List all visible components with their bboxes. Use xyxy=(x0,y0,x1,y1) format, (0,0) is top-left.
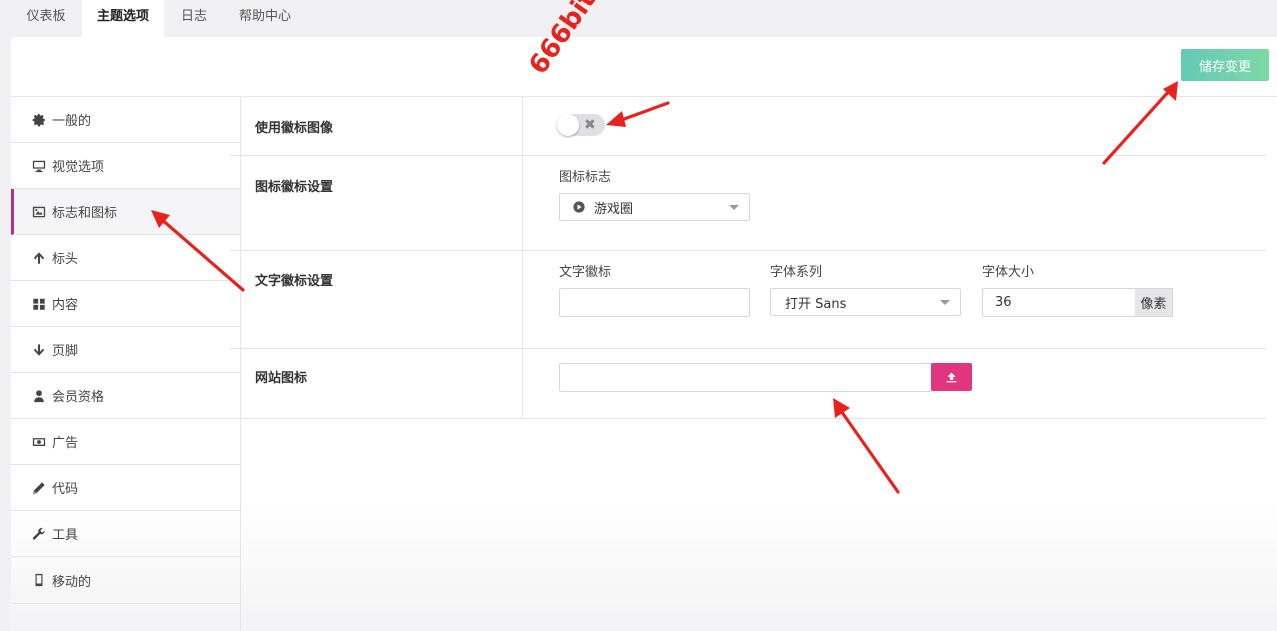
sidebar-item-visual[interactable]: 视觉选项 xyxy=(11,143,240,189)
font-family-label: 字体系列 xyxy=(770,265,823,280)
panel-header: 储存变更 xyxy=(11,37,1277,97)
sidebar-item-label: 内容 xyxy=(52,298,79,313)
font-size-label: 字体大小 xyxy=(982,265,1035,280)
image-icon xyxy=(32,205,46,219)
sidebar-item-label: 标头 xyxy=(52,252,79,267)
sidebar-item-label: 页脚 xyxy=(52,344,79,359)
arrow-down-icon xyxy=(32,343,46,357)
sidebar-item-logos-icons[interactable]: 标志和图标 xyxy=(11,189,240,235)
chevron-down-icon xyxy=(940,300,950,305)
favicon-upload-button[interactable] xyxy=(931,363,972,391)
row-icon-logo: 图标徽标设置 图标标志 游戏圈 xyxy=(230,156,1266,251)
sidebar-item-label: 广告 xyxy=(52,436,79,451)
pencil-icon xyxy=(32,481,46,495)
user-icon xyxy=(32,389,46,403)
arrow-up-icon xyxy=(32,251,46,265)
row-label: 图标徽标设置 xyxy=(255,180,334,195)
money-icon xyxy=(32,435,46,449)
sidebar-item-label: 移动的 xyxy=(52,574,92,590)
gear-icon xyxy=(32,113,46,127)
tab-help-center[interactable]: 帮助中心 xyxy=(226,0,304,37)
row-label: 使用徽标图像 xyxy=(255,121,334,136)
options-sidebar: 一般的 视觉选项 标志和图标 标头 内容 页脚 会员资格 广告 代码 工具 移动… xyxy=(11,97,241,631)
sidebar-item-tools[interactable]: 工具 xyxy=(11,511,240,557)
font-size-unit: 像素 xyxy=(1135,288,1173,317)
divider xyxy=(522,349,523,418)
font-family-select[interactable]: 打开 Sans xyxy=(770,288,961,316)
sidebar-item-label: 代码 xyxy=(52,482,79,497)
sidebar-item-content[interactable]: 内容 xyxy=(11,281,240,327)
row-text-logo: 文字徽标设置 文字徽标 字体系列 打开 Sans 字体大小 36 像素 xyxy=(230,251,1266,349)
tab-theme-options[interactable]: 主题选项 xyxy=(82,0,164,37)
use-logo-image-toggle[interactable]: ✖ xyxy=(557,114,605,136)
tab-log[interactable]: 日志 xyxy=(168,0,220,37)
sidebar-item-label: 工具 xyxy=(52,528,79,543)
tab-dashboard[interactable]: 仪表板 xyxy=(14,0,78,37)
favicon-url-input[interactable] xyxy=(559,363,933,392)
row-use-logo-image: 使用徽标图像 ✖ xyxy=(230,97,1266,156)
sidebar-item-ads[interactable]: 广告 xyxy=(11,419,240,465)
sidebar-item-membership[interactable]: 会员资格 xyxy=(11,373,240,419)
icon-logo-field-label: 图标标志 xyxy=(559,170,612,185)
close-icon: ✖ xyxy=(584,117,596,133)
sidebar-item-general[interactable]: 一般的 xyxy=(11,97,240,143)
grid-icon xyxy=(32,297,46,311)
sidebar-item-code[interactable]: 代码 xyxy=(11,465,240,511)
sidebar-item-header[interactable]: 标头 xyxy=(11,235,240,281)
row-label: 网站图标 xyxy=(255,371,308,386)
text-logo-field-label: 文字徽标 xyxy=(559,265,612,280)
wrench-icon xyxy=(32,527,46,541)
select-value: 打开 Sans xyxy=(785,296,847,312)
divider xyxy=(522,251,523,348)
row-favicon: 网站图标 xyxy=(230,349,1266,419)
top-tab-bar: 仪表板 主题选项 日志 帮助中心 xyxy=(0,0,1277,37)
row-label: 文字徽标设置 xyxy=(255,274,334,289)
divider xyxy=(522,97,523,155)
sidebar-item-label: 视觉选项 xyxy=(52,160,105,175)
sidebar-item-mobile[interactable]: 移动的 xyxy=(11,557,240,604)
sidebar-item-label: 一般的 xyxy=(52,114,92,129)
mobile-icon xyxy=(32,573,46,587)
toggle-knob xyxy=(557,114,579,136)
sidebar-item-footer[interactable]: 页脚 xyxy=(11,327,240,373)
select-value: 游戏圈 xyxy=(594,201,634,217)
play-circle-icon xyxy=(573,201,585,213)
text-logo-input[interactable] xyxy=(559,288,750,317)
sidebar-item-label: 会员资格 xyxy=(52,390,105,405)
sidebar-item-label: 标志和图标 xyxy=(52,206,118,221)
font-size-input[interactable]: 36 xyxy=(982,288,1136,317)
chevron-down-icon xyxy=(729,205,739,210)
icon-logo-select[interactable]: 游戏圈 xyxy=(559,193,750,221)
save-changes-button[interactable]: 储存变更 xyxy=(1181,49,1269,81)
upload-icon xyxy=(945,371,958,384)
monitor-icon xyxy=(32,159,46,173)
divider xyxy=(522,156,523,250)
